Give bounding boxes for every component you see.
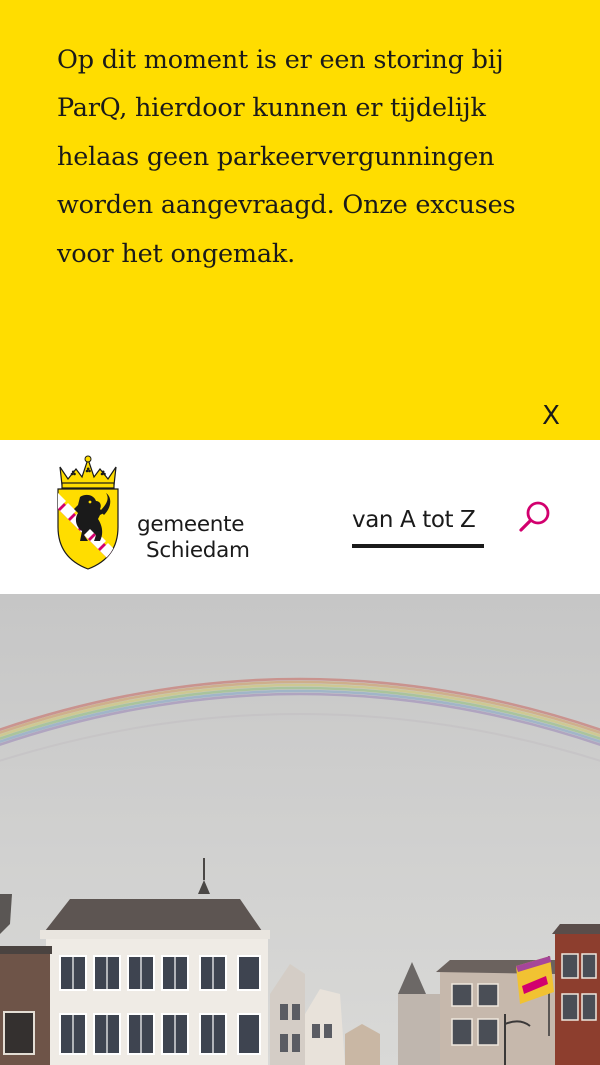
logo-text-gemeente: gemeente (137, 512, 245, 537)
notice-message: Op dit moment is er een storing bij ParQ… (57, 45, 516, 269)
hero-image (0, 594, 600, 1065)
site-header: gemeente Schiedam van A tot Z (0, 440, 600, 594)
logo-text-schiedam: Schiedam (146, 538, 250, 563)
search-icon (519, 501, 550, 532)
a-to-z-link[interactable]: van A tot Z (352, 506, 484, 548)
site-logo-link[interactable]: gemeente Schiedam (54, 455, 264, 575)
notice-close-button[interactable]: X (536, 399, 566, 433)
coat-of-arms-icon (57, 455, 119, 570)
notice-banner: Op dit moment is er een storing bij ParQ… (0, 0, 600, 440)
search-button[interactable] (517, 499, 553, 535)
a-to-z-label: van A tot Z (352, 507, 476, 533)
a-to-z-underline (352, 544, 484, 548)
hero-photo (0, 594, 600, 1065)
